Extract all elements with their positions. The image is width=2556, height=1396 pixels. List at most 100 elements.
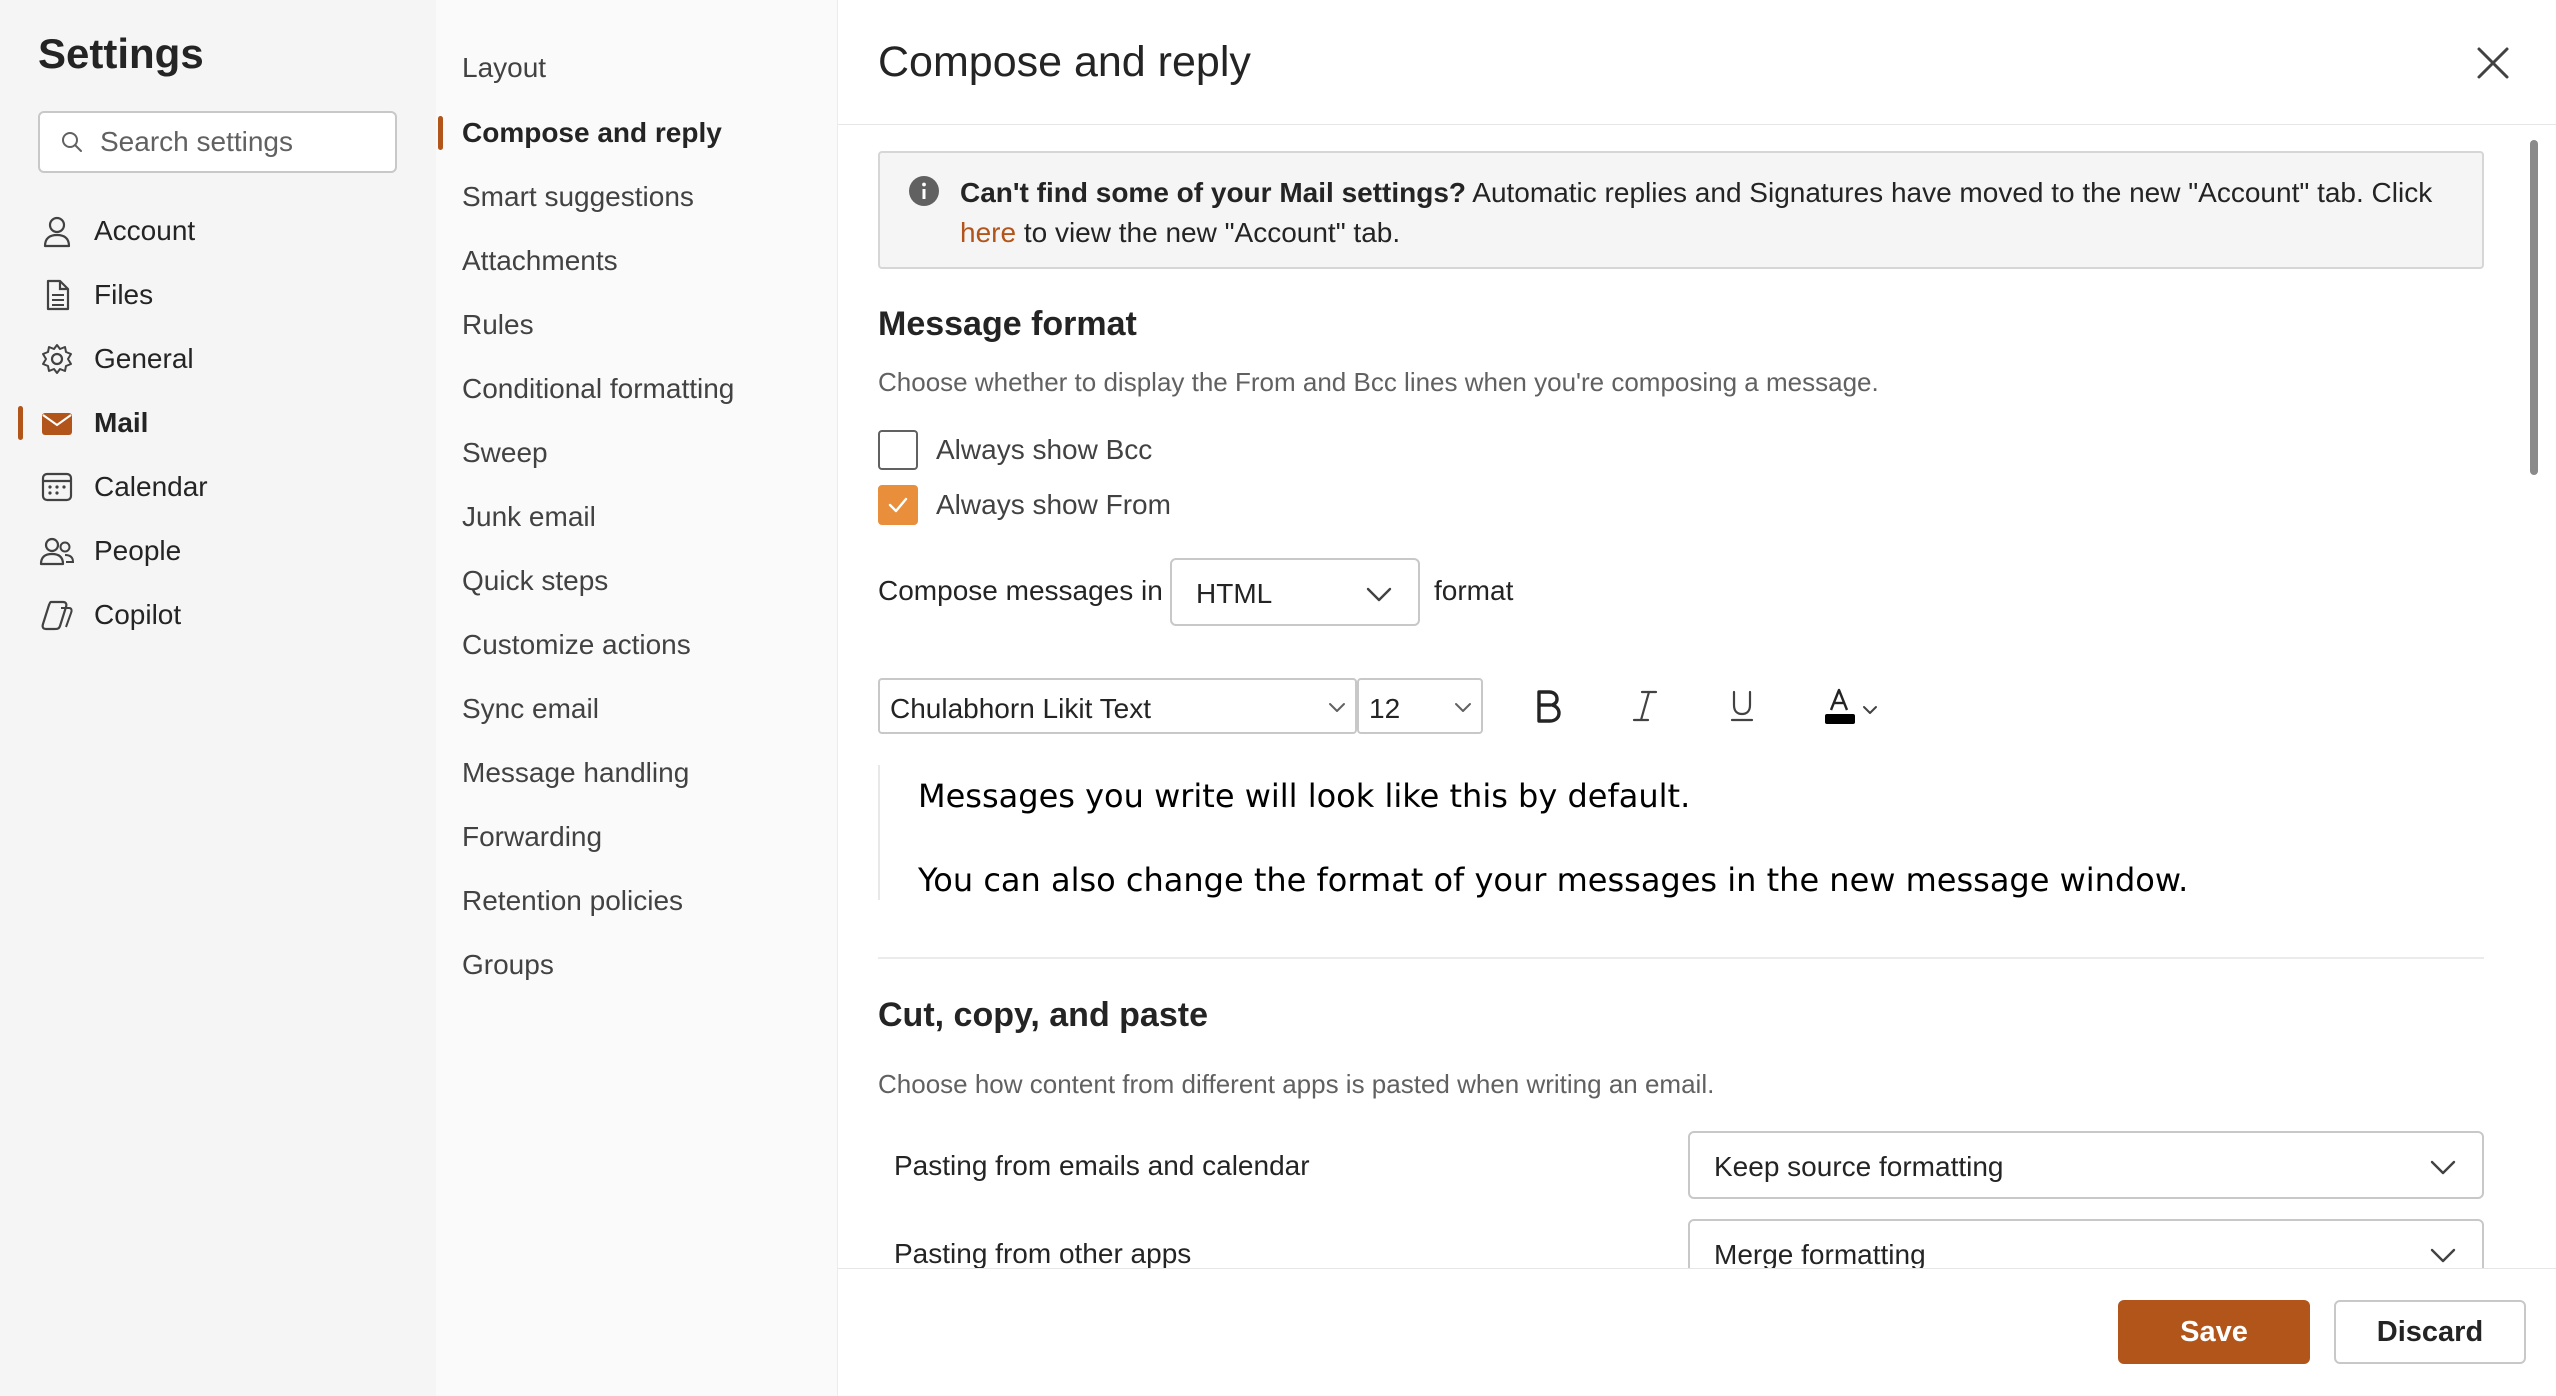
chevron-down-icon bbox=[1366, 587, 1392, 602]
selection-indicator bbox=[18, 406, 23, 440]
close-icon bbox=[2477, 47, 2509, 79]
chevron-down-icon bbox=[1863, 706, 1877, 714]
font-color-button[interactable] bbox=[1812, 682, 1888, 730]
search-settings-box[interactable] bbox=[38, 111, 397, 173]
mail-icon bbox=[38, 404, 76, 442]
underline-button[interactable] bbox=[1718, 682, 1766, 730]
subnav-customize-actions[interactable]: Customize actions bbox=[436, 618, 838, 672]
subnav-label: Layout bbox=[462, 52, 547, 83]
paste-apps-label: Pasting from other apps bbox=[894, 1238, 1192, 1268]
checkbox-box[interactable] bbox=[878, 430, 918, 470]
message-preview: Messages you write will look like this b… bbox=[878, 765, 2484, 900]
copilot-icon bbox=[38, 596, 76, 634]
underline-icon bbox=[1730, 690, 1754, 722]
subnav-forwarding[interactable]: Forwarding bbox=[436, 810, 838, 864]
nav-label-people: People bbox=[94, 535, 182, 566]
info-icon bbox=[909, 176, 939, 206]
discard-button[interactable]: Discard bbox=[2334, 1300, 2526, 1364]
subnav-label: Smart suggestions bbox=[462, 181, 694, 212]
nav-item-account[interactable]: Account bbox=[0, 201, 436, 261]
save-button[interactable]: Save bbox=[2118, 1300, 2310, 1364]
subnav-label: Quick steps bbox=[462, 565, 609, 596]
nav-label-mail: Mail bbox=[94, 407, 149, 438]
footer-divider bbox=[838, 1268, 2556, 1269]
subnav-label: Attachments bbox=[462, 245, 618, 276]
nav-item-people[interactable]: People bbox=[0, 521, 436, 581]
paste-apps-dropdown[interactable]: Merge formatting bbox=[1688, 1219, 2484, 1268]
subnav-label: Junk email bbox=[462, 501, 596, 532]
subnav-label: Groups bbox=[462, 949, 554, 980]
bold-button[interactable] bbox=[1524, 682, 1572, 730]
subnav-attachments[interactable]: Attachments bbox=[436, 234, 838, 288]
format-suffix-label: format bbox=[1434, 575, 1514, 606]
banner-heading: Can't find some of your Mail settings? bbox=[960, 177, 1467, 208]
paste-heading: Cut, copy, and paste bbox=[878, 996, 1208, 1034]
nav-label-calendar: Calendar bbox=[94, 471, 208, 502]
italic-button[interactable] bbox=[1621, 682, 1669, 730]
search-input[interactable] bbox=[100, 126, 380, 158]
always-show-from-label: Always show From bbox=[936, 489, 1171, 520]
scrollbar-thumb[interactable] bbox=[2530, 140, 2538, 475]
banner-here-link[interactable]: here bbox=[960, 217, 1016, 248]
chevron-down-icon bbox=[2430, 1248, 2456, 1263]
settings-nav-pane: Settings Account Files General Mail bbox=[0, 0, 436, 1396]
chevron-down-icon bbox=[1455, 703, 1471, 712]
subnav-smart-suggestions[interactable]: Smart suggestions bbox=[436, 170, 838, 224]
subnav-quick-steps[interactable]: Quick steps bbox=[436, 554, 838, 608]
compose-messages-label: Compose messages in bbox=[878, 575, 1163, 606]
subnav-conditional-formatting[interactable]: Conditional formatting bbox=[436, 362, 838, 416]
font-size-value: 12 bbox=[1369, 693, 1401, 724]
subnav-label: Sweep bbox=[462, 437, 548, 468]
nav-label-account: Account bbox=[94, 215, 196, 246]
font-toolbar: Chulabhorn Likit Text 12 bbox=[878, 678, 1978, 734]
nav-item-mail[interactable]: Mail bbox=[0, 393, 436, 453]
subnav-junk-email[interactable]: Junk email bbox=[436, 490, 838, 544]
compose-format-dropdown[interactable]: HTML bbox=[1170, 558, 1420, 626]
file-icon bbox=[38, 276, 76, 314]
font-size-dropdown[interactable]: 12 bbox=[1357, 678, 1483, 734]
nav-label-copilot: Copilot bbox=[94, 599, 182, 630]
people-icon bbox=[38, 532, 76, 570]
always-show-bcc-checkbox[interactable]: Always show Bcc bbox=[878, 430, 1152, 470]
subnav-sync-email[interactable]: Sync email bbox=[436, 682, 838, 736]
nav-item-copilot[interactable]: Copilot bbox=[0, 585, 436, 645]
subnav-label: Compose and reply bbox=[462, 117, 722, 148]
banner-text-2: to view the new "Account" tab. bbox=[1016, 217, 1401, 248]
settings-scroll-area[interactable]: Can't find some of your Mail settings? A… bbox=[838, 125, 2556, 1268]
subnav-label: Sync email bbox=[462, 693, 599, 724]
preview-line-2: You can also change the format of your m… bbox=[918, 861, 2189, 899]
always-show-from-checkbox[interactable]: Always show From bbox=[878, 485, 1171, 525]
nav-item-files[interactable]: Files bbox=[0, 265, 436, 325]
subnav-groups[interactable]: Groups bbox=[436, 938, 838, 992]
compose-and-reply-pane: Compose and reply Can't find some of you… bbox=[838, 0, 2556, 1396]
calendar-icon bbox=[38, 468, 76, 506]
gear-icon bbox=[38, 340, 76, 378]
nav-item-calendar[interactable]: Calendar bbox=[0, 457, 436, 517]
message-format-heading: Message format bbox=[878, 305, 1137, 343]
section-divider bbox=[878, 957, 2484, 959]
nav-item-general[interactable]: General bbox=[0, 329, 436, 389]
paste-emails-dropdown[interactable]: Keep source formatting bbox=[1688, 1131, 2484, 1199]
subnav-label: Rules bbox=[462, 309, 534, 340]
chevron-down-icon bbox=[2430, 1160, 2456, 1175]
search-icon bbox=[62, 132, 82, 152]
subnav-label: Conditional formatting bbox=[462, 373, 735, 404]
person-icon bbox=[38, 212, 76, 250]
settings-title: Settings bbox=[38, 30, 204, 77]
close-button[interactable] bbox=[2468, 38, 2518, 88]
message-format-description: Choose whether to display the From and B… bbox=[878, 367, 1879, 397]
subnav-sweep[interactable]: Sweep bbox=[436, 426, 838, 480]
subnav-retention-policies[interactable]: Retention policies bbox=[436, 874, 838, 928]
font-family-dropdown[interactable]: Chulabhorn Likit Text bbox=[878, 678, 1357, 734]
nav-label-general: General bbox=[94, 343, 194, 374]
subnav-rules[interactable]: Rules bbox=[436, 298, 838, 352]
subnav-layout[interactable]: Layout bbox=[436, 41, 838, 95]
subnav-message-handling[interactable]: Message handling bbox=[436, 746, 838, 800]
paste-emails-value: Keep source formatting bbox=[1714, 1151, 2004, 1182]
subnav-compose-and-reply[interactable]: Compose and reply bbox=[436, 106, 838, 160]
paste-description: Choose how content from different apps i… bbox=[878, 1069, 1715, 1099]
always-show-bcc-label: Always show Bcc bbox=[936, 434, 1153, 465]
checkbox-box[interactable] bbox=[878, 485, 918, 525]
bold-icon bbox=[1537, 690, 1561, 723]
subnav-label: Retention policies bbox=[462, 885, 684, 916]
